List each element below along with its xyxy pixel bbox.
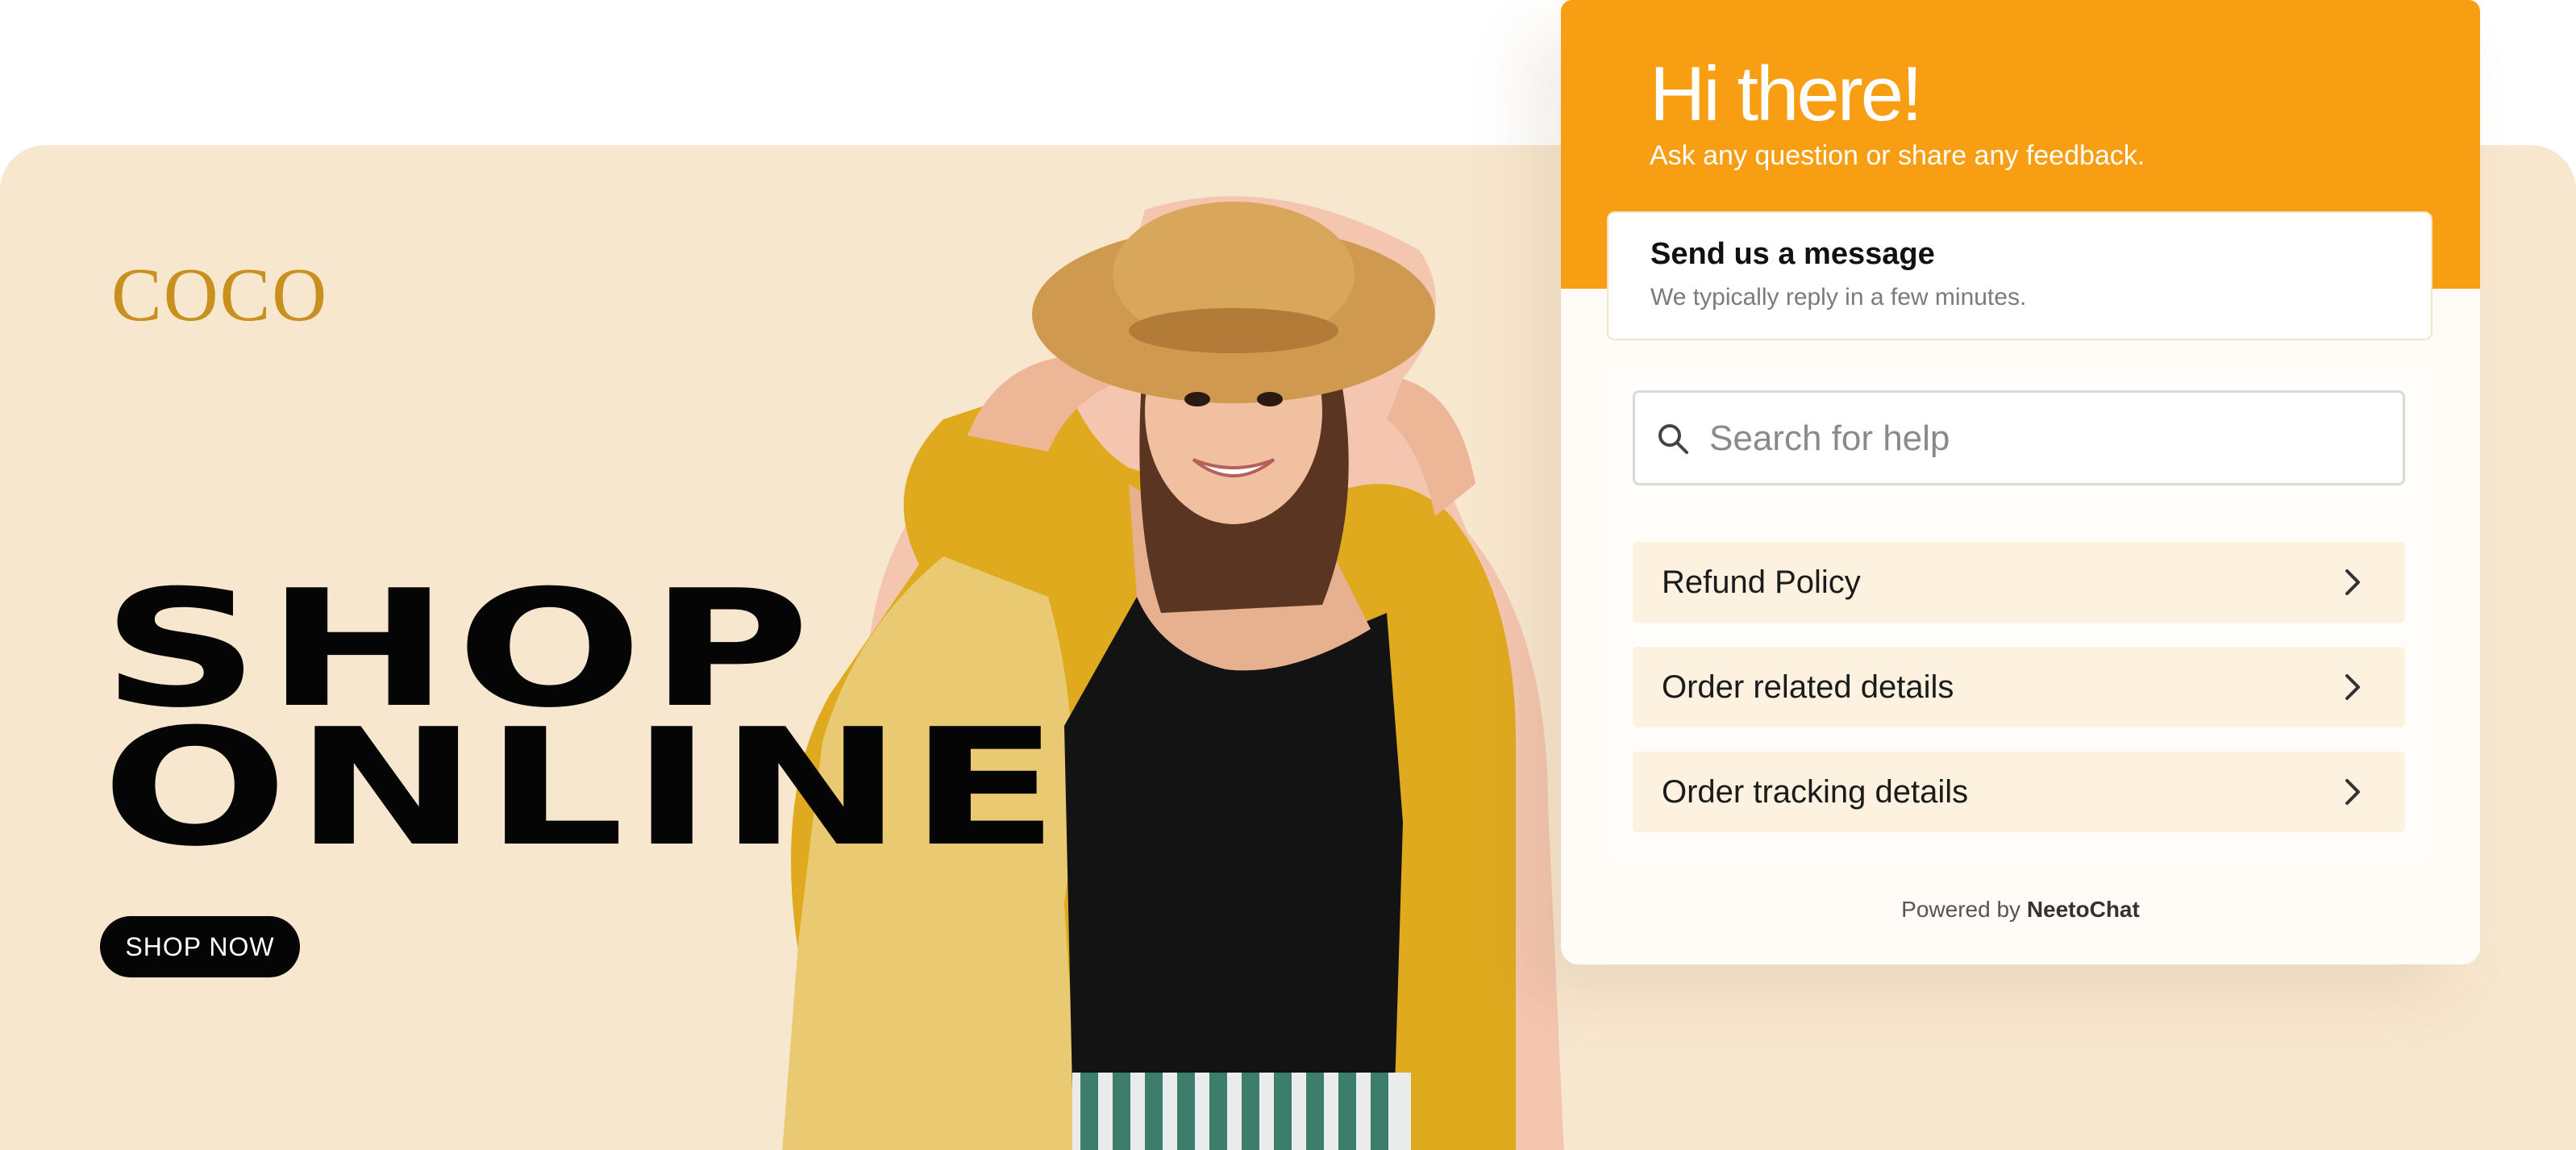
faq-item-label: Order related details — [1662, 669, 1954, 705]
chat-greeting-subtitle: Ask any question or share any feedback. — [1650, 140, 2145, 171]
faq-item-order-related[interactable]: Order related details — [1633, 647, 2405, 727]
chevron-right-icon — [2345, 674, 2360, 700]
brand-logo[interactable]: COCO — [111, 252, 328, 339]
powered-by-footer: Powered by NeetoChat — [1561, 897, 2480, 923]
search-placeholder: Search for help — [1709, 419, 1950, 458]
faq-item-order-tracking[interactable]: Order tracking details — [1633, 752, 2405, 832]
send-message-subtitle: We typically reply in a few minutes. — [1650, 284, 2027, 310]
faq-item-label: Order tracking details — [1662, 774, 1969, 810]
shop-now-button[interactable]: SHOP NOW — [100, 916, 300, 977]
chat-greeting: Hi there! — [1650, 51, 1923, 137]
faq-item-label: Refund Policy — [1662, 565, 1861, 600]
send-message-title: Send us a message — [1650, 237, 1935, 271]
chat-widget: Hi there! Ask any question or share any … — [1561, 0, 2480, 965]
help-search-input[interactable]: Search for help — [1633, 390, 2405, 485]
powered-by-prefix: Powered by — [1901, 897, 2021, 922]
headline-line-2: ONLINE — [102, 694, 1066, 882]
chevron-right-icon — [2345, 569, 2360, 595]
send-message-card[interactable]: Send us a message We typically reply in … — [1607, 211, 2432, 340]
search-icon — [1658, 424, 1688, 454]
chevron-right-icon — [2345, 779, 2360, 805]
faq-item-refund-policy[interactable]: Refund Policy — [1633, 542, 2405, 623]
hero-headline: SHOP ONLINE — [102, 569, 1066, 882]
powered-by-brand-link[interactable]: NeetoChat — [2027, 897, 2140, 922]
